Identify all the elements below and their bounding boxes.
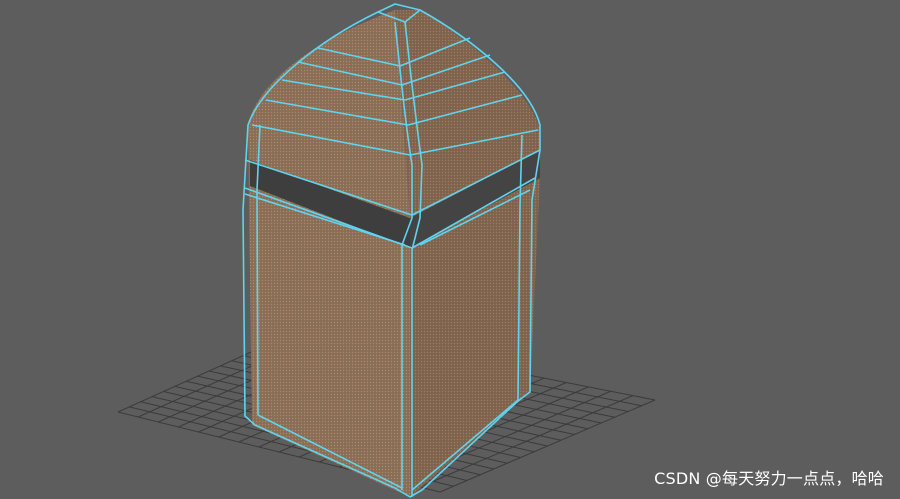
mesh-object[interactable] [242, 3, 541, 498]
viewport-scene[interactable] [0, 0, 900, 499]
csdn-watermark: CSDN @每天努力一点点，哈哈 [654, 469, 884, 488]
maya-viewport[interactable]: CSDN @每天努力一点点，哈哈 [0, 0, 900, 499]
